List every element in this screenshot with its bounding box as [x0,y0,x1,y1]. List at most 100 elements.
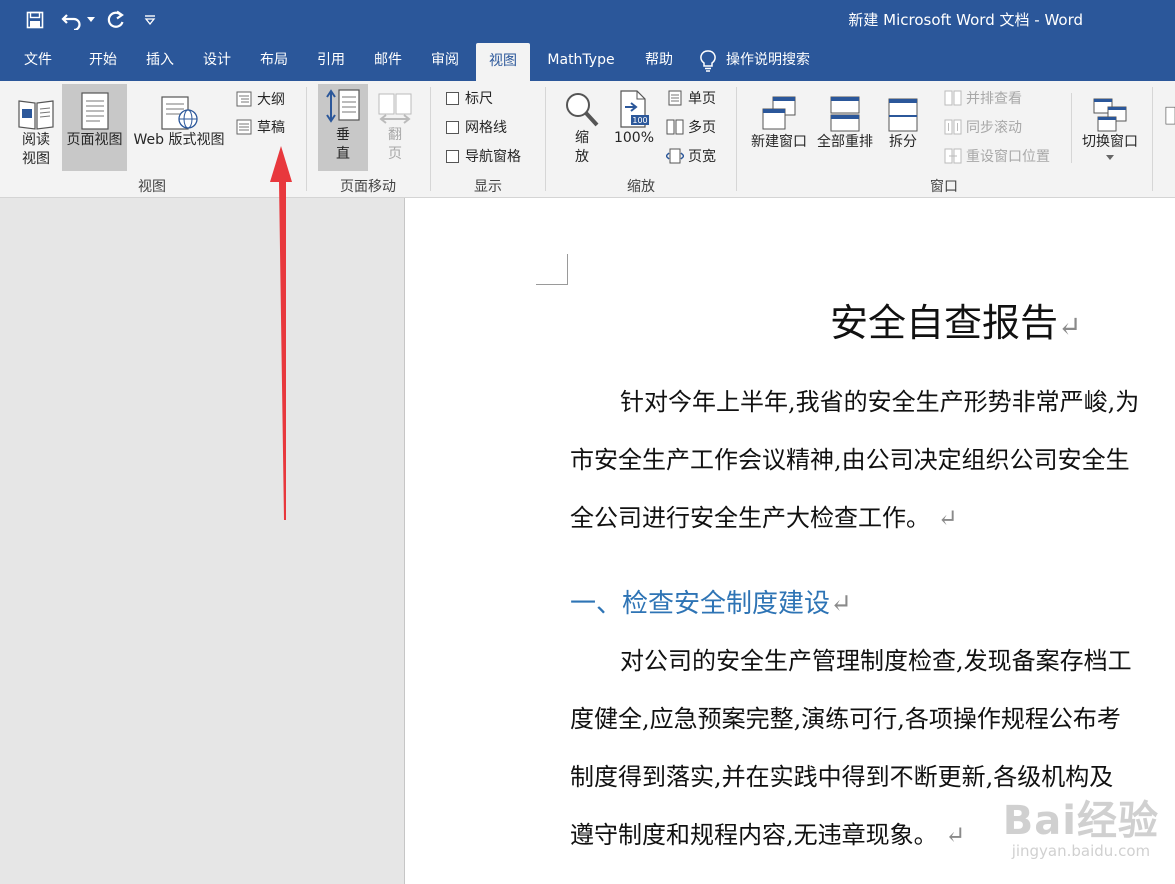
paragraph-mark: ↵ [937,504,958,532]
watermark-line-2: jingyan.baidu.com [1011,842,1151,860]
tell-me-label: 操作说明搜索 [726,52,810,68]
one-page-button[interactable]: 单页 [666,87,716,109]
macros-icon [1165,106,1175,125]
tell-me-search[interactable]: 操作说明搜索 [700,40,840,81]
split-button[interactable]: 拆分 [880,87,926,171]
document-margin-area [0,198,405,884]
arrange-all-button[interactable]: 全部重排 [813,87,877,171]
side-to-side-icon [378,93,412,124]
read-mode-label-1: 阅读 [22,132,50,148]
zoom-100-icon: 100 [620,90,649,128]
outline-button[interactable]: 大纲 [235,88,285,110]
tab-insert[interactable]: 插入 [134,40,186,81]
navigation-pane-checkbox-box[interactable] [446,149,459,163]
read-mode-button[interactable]: 阅读 视图 [12,87,60,171]
paragraph-line: 全公司进行安全生产大检查工作。 ↵ [570,504,958,532]
page-width-label: 页宽 [688,149,716,165]
tab-mathtype[interactable]: MathType [535,40,627,81]
tab-references[interactable]: 引用 [305,40,357,81]
draft-icon [235,118,253,136]
sync-scroll-button[interactable]: 同步滚动 [944,116,1022,138]
draft-button[interactable]: 草稿 [235,116,285,138]
arrange-all-icon [830,96,860,132]
document-page[interactable]: 安全自查报告↵ 针对今年上半年,我省的安全生产形势非常严峻,为 市安全生产工作会… [405,198,1175,884]
paragraph-mark: ↵ [945,821,966,849]
section-heading: 一、检查安全制度建设↵ [570,589,852,619]
page-width-icon [666,147,684,165]
paragraph-line: 对公司的安全生产管理制度检查,发现备案存档工 [620,647,1132,675]
redo-icon[interactable] [105,9,127,31]
sync-scroll-icon [944,118,962,136]
navigation-pane-checkbox[interactable]: 导航窗格 [446,145,521,167]
save-icon[interactable] [24,9,46,31]
switch-windows-button[interactable]: 切换窗口 [1076,87,1144,171]
multiple-pages-button[interactable]: 多页 [666,116,716,138]
zoom-button[interactable]: 缩 放 [558,87,606,171]
gridlines-label: 网格线 [465,120,507,136]
view-side-by-side-button[interactable]: 并排查看 [944,87,1022,109]
zoom-group-label: 缩放 [627,179,655,195]
side-to-side-label-2: 页 [388,146,402,162]
tab-design[interactable]: 设计 [191,40,243,81]
gridlines-checkbox[interactable]: 网格线 [446,116,507,138]
customize-qat-icon[interactable] [142,9,158,31]
new-window-button[interactable]: 新建窗口 [746,87,812,171]
window-group-label: 窗口 [930,179,958,195]
paragraph-line: 度健全,应急预案完整,演练可行,各项操作规程公布考 [570,705,1121,733]
split-label: 拆分 [889,134,917,150]
side-by-side-icon [944,89,962,107]
one-page-icon [666,89,684,107]
group-separator [306,87,307,191]
ribbon-tabs: 文件 开始 插入 设计 布局 引用 邮件 审阅 视图 MathType 帮助 操… [0,40,1175,81]
read-mode-label-2: 视图 [22,151,50,167]
paragraph-line: 市安全生产工作会议精神,由公司决定组织公司安全生 [570,446,1130,474]
magnifier-icon [566,93,599,127]
split-icon [888,98,918,132]
print-layout-icon [80,92,109,130]
group-separator [1152,87,1153,191]
page-width-button[interactable]: 页宽 [666,145,716,167]
ruler-label: 标尺 [465,91,493,107]
ribbon: 阅读 视图 页面视图 Web 版式视图 大纲 草稿 视图 垂 直 翻 页 页面移… [0,81,1175,198]
group-separator [430,87,431,191]
zoom-label-1: 缩 [575,130,589,146]
vertical-button[interactable]: 垂 直 [318,84,368,171]
outline-icon [235,90,253,108]
tab-layout[interactable]: 布局 [248,40,300,81]
side-to-side-button[interactable]: 翻 页 [372,87,418,171]
reset-window-position-label: 重设窗口位置 [966,149,1050,165]
print-layout-button[interactable]: 页面视图 [62,84,127,171]
group-separator [545,87,546,191]
tab-home[interactable]: 开始 [77,40,129,81]
web-layout-label: Web 版式视图 [133,132,225,148]
paragraph-line: 制度得到落实,并在实践中得到不断更新,各级机构及 [570,763,1114,791]
reset-window-position-button[interactable]: 重设窗口位置 [944,145,1050,167]
paragraph-line: 遵守制度和规程内容,无违章现象。 ↵ [570,821,966,849]
undo-icon[interactable] [60,9,84,31]
multiple-pages-icon [666,118,684,136]
macros-button[interactable] [1162,87,1175,171]
tab-mailings[interactable]: 邮件 [362,40,414,81]
read-mode-icon [18,100,54,130]
title-bar: 新建 Microsoft Word 文档 - Word [0,0,1175,40]
web-layout-button[interactable]: Web 版式视图 [128,87,230,171]
side-to-side-label-1: 翻 [388,127,402,143]
vertical-scroll-icon [326,89,360,123]
gridlines-checkbox-box[interactable] [446,120,459,134]
draft-label: 草稿 [257,120,285,136]
paragraph-line: 针对今年上半年,我省的安全生产形势非常严峻,为 [620,388,1140,416]
document-title: 安全自查报告↵ [830,301,1082,345]
tab-review[interactable]: 审阅 [419,40,471,81]
dropdown-arrow-icon[interactable] [85,9,97,31]
tab-view[interactable]: 视图 [476,43,530,81]
chevron-down-icon [1076,152,1144,162]
zoom-100-badge: 100 [632,116,647,125]
zoom-100-button[interactable]: 100 100% [610,87,658,171]
page-corner-mark [536,254,568,285]
tab-help[interactable]: 帮助 [633,40,685,81]
tab-file[interactable]: 文件 [12,40,64,81]
zoom-100-label: 100% [613,130,655,146]
ruler-checkbox-box[interactable] [446,91,459,105]
new-window-label: 新建窗口 [751,134,807,150]
ruler-checkbox[interactable]: 标尺 [446,87,493,109]
